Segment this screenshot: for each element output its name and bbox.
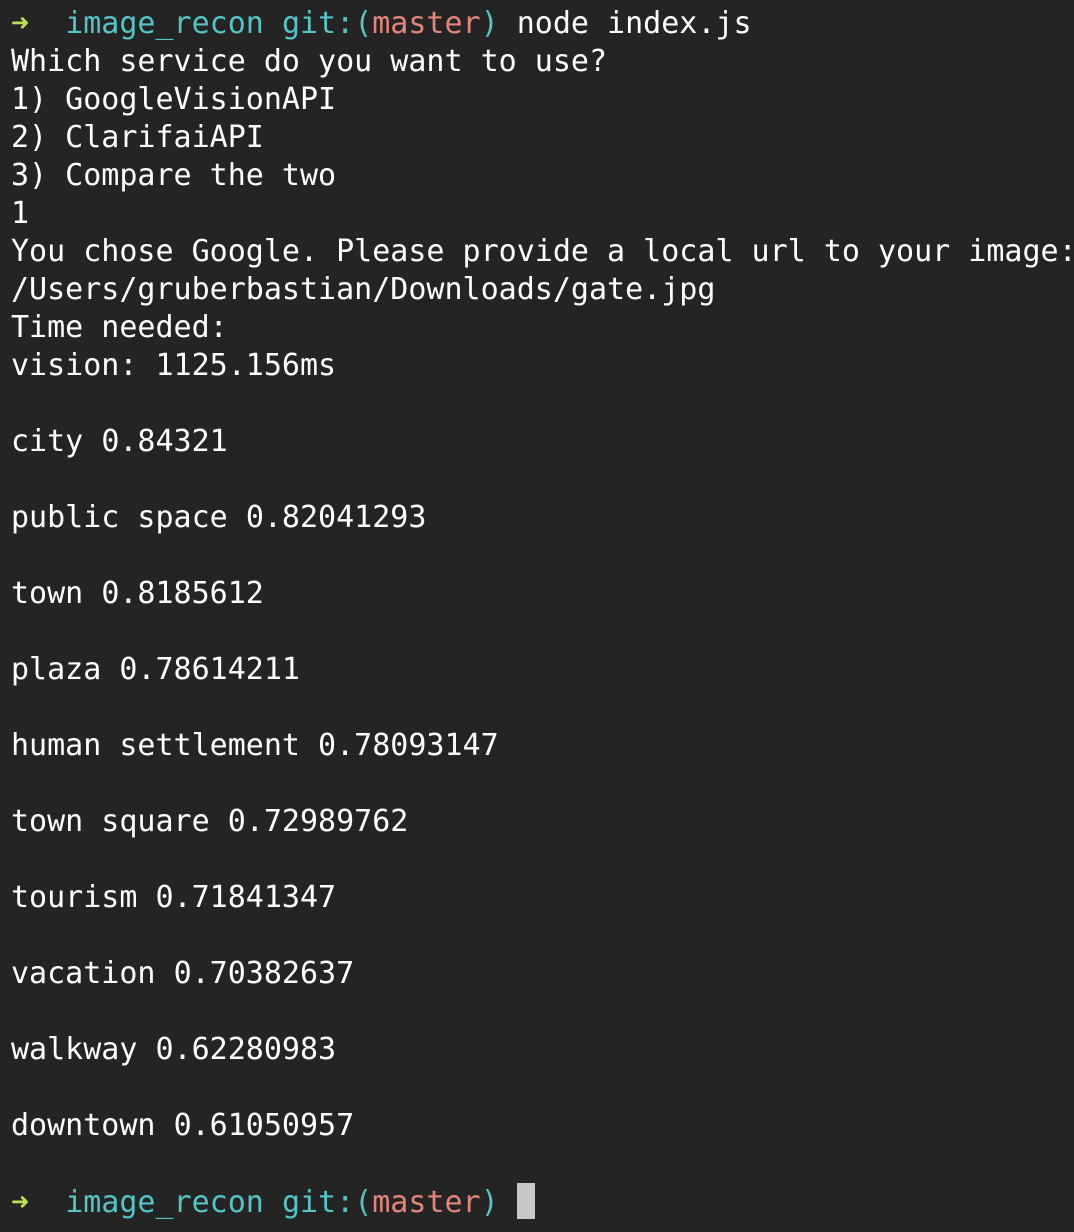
label-score: 0.78093147 — [318, 728, 499, 763]
prompt-paren-open: ( — [354, 1185, 373, 1220]
label-name: public space — [11, 500, 228, 535]
prompt-paren-close: ) — [480, 1185, 499, 1220]
output-image-path: /Users/gruberbastian/Downloads/gate.jpg — [11, 272, 716, 307]
output-question: Which service do you want to use? — [11, 44, 608, 79]
prompt-command: node index.js — [516, 6, 752, 41]
label-score: 0.78614211 — [119, 652, 300, 687]
label-score: 0.82041293 — [245, 500, 427, 535]
terminal-cursor[interactable] — [516, 1183, 535, 1219]
label-row: walkway 0.62280983 — [11, 1031, 336, 1069]
label-score: 0.8185612 — [101, 576, 264, 611]
prompt-paren-close: ) — [480, 6, 499, 41]
label-row: city 0.84321 — [11, 423, 228, 461]
output-user-choice: 1 — [11, 196, 30, 231]
prompt-branch: master — [372, 1185, 481, 1220]
prompt-line-current[interactable]: ➜ image_recon git:(master) — [11, 1183, 535, 1221]
prompt-directory: image_recon — [65, 1185, 264, 1220]
label-name: city — [11, 424, 84, 459]
label-row: downtown 0.61050957 — [11, 1107, 354, 1145]
prompt-git-label: git: — [281, 1185, 355, 1220]
label-row: human settlement 0.78093147 — [11, 727, 499, 765]
label-score: 0.62280983 — [155, 1032, 337, 1067]
prompt-line: ➜ image_recon git:(master) node index.js — [11, 5, 752, 43]
label-score: 0.70382637 — [173, 956, 355, 991]
output-option: 1) GoogleVisionAPI — [11, 82, 337, 117]
prompt-arrow-icon: ➜ — [11, 6, 30, 41]
output-chose-message: You chose Google. Please provide a local… — [11, 234, 1074, 269]
label-name: vacation — [11, 956, 156, 991]
label-name: plaza — [11, 652, 102, 687]
label-name: tourism — [11, 880, 138, 915]
label-score: 0.61050957 — [173, 1108, 355, 1143]
label-name: town — [11, 576, 84, 611]
label-name: downtown — [11, 1108, 156, 1143]
prompt-paren-open: ( — [354, 6, 373, 41]
label-row: plaza 0.78614211 — [11, 651, 300, 689]
label-row: town square 0.72989762 — [11, 803, 408, 841]
label-score: 0.72989762 — [227, 804, 409, 839]
label-score: 0.84321 — [101, 424, 228, 459]
output-option: 3) Compare the two — [11, 158, 337, 193]
label-row: town 0.8185612 — [11, 575, 264, 613]
label-name: human settlement — [11, 728, 300, 763]
output-option: 2) ClarifaiAPI — [11, 120, 264, 155]
label-row: public space 0.82041293 — [11, 499, 426, 537]
prompt-branch: master — [372, 6, 481, 41]
output-time-header: Time needed: — [11, 310, 228, 345]
label-score: 0.71841347 — [155, 880, 337, 915]
prompt-directory: image_recon — [65, 6, 264, 41]
prompt-git-label: git: — [281, 6, 355, 41]
terminal-window[interactable]: ➜ image_recon git:(master) node index.js… — [0, 0, 1074, 1232]
label-row: vacation 0.70382637 — [11, 955, 354, 993]
label-name: town square — [11, 804, 210, 839]
prompt-arrow-icon: ➜ — [11, 1185, 30, 1220]
output-timing: vision: 1125.156ms — [11, 348, 337, 383]
label-name: walkway — [11, 1032, 138, 1067]
label-row: tourism 0.71841347 — [11, 879, 336, 917]
